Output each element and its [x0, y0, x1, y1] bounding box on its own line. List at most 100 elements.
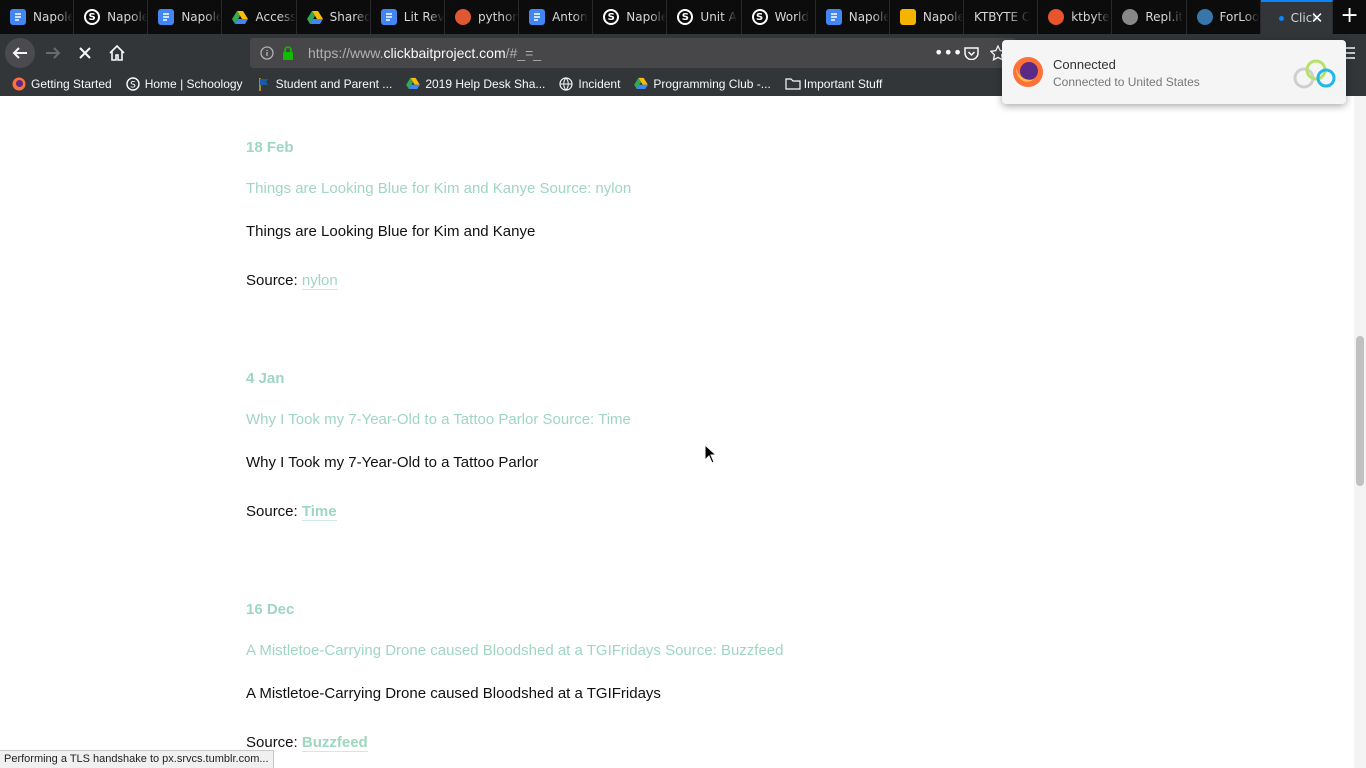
tab-11[interactable]: Napole: [816, 0, 890, 34]
status-bar: Performing a TLS handshake to px.srvcs.t…: [0, 750, 274, 768]
tab-title: Napole: [181, 10, 222, 24]
stop-button[interactable]: [70, 38, 100, 68]
source-link[interactable]: Time: [301, 503, 337, 521]
url-suffix: /#_=_: [505, 45, 542, 61]
post-title-link[interactable]: A Mistletoe-Carrying Drone caused Bloods…: [246, 642, 784, 659]
tab-12[interactable]: Napole: [890, 0, 965, 34]
tab-15[interactable]: Repl.it: [1112, 0, 1187, 34]
url-bar[interactable]: https://www.clickbaitproject.com/#_=_ ••…: [250, 38, 1016, 68]
tab-title: Napole: [626, 10, 667, 24]
schoology-icon: S: [751, 9, 768, 25]
info-icon[interactable]: [260, 46, 274, 60]
tab-8[interactable]: S Napole: [593, 0, 668, 34]
post-date[interactable]: 16 Dec: [246, 601, 294, 618]
post-body-text: Things are Looking Blue for Kim and Kany…: [246, 223, 536, 240]
drive-icon: [306, 9, 323, 25]
schoology-icon: S: [603, 9, 620, 25]
tab-title: ForLoo: [1219, 10, 1260, 24]
tab-title: Napole: [922, 10, 964, 24]
schoology-icon: S: [84, 9, 101, 25]
post-title-link[interactable]: Why I Took my 7-Year-Old to a Tattoo Par…: [246, 411, 631, 428]
blog-post: 16 Dec A Mistletoe-Carrying Drone caused …: [246, 601, 784, 752]
lock-icon[interactable]: [282, 46, 294, 60]
firefox-icon: [12, 77, 26, 91]
tab-title: Unit A: [700, 10, 737, 24]
bookmark-item[interactable]: 2019 Help Desk Sha...: [406, 77, 545, 91]
tab-title: python: [477, 10, 519, 24]
tab-4[interactable]: Shared: [297, 0, 371, 34]
home-button[interactable]: [102, 38, 132, 68]
bookmark-item[interactable]: Important Stuff: [785, 77, 883, 91]
python-icon: [1196, 9, 1213, 25]
loading-dot-icon: [1278, 15, 1284, 21]
pocket-icon[interactable]: [964, 46, 979, 60]
vertical-scrollbar[interactable]: [1354, 96, 1366, 768]
vpn-notification-panel[interactable]: Connected Connected to United States: [1002, 40, 1346, 104]
tab-14[interactable]: ktbyte: [1038, 0, 1113, 34]
drive-icon: [406, 77, 421, 91]
tab-title: Access: [255, 10, 296, 24]
docs-icon: [10, 9, 26, 25]
tab-1[interactable]: S Napole: [74, 0, 149, 34]
blog-post: 18 Feb Things are Looking Blue for Kim an…: [246, 139, 631, 290]
tab-3[interactable]: Access: [222, 0, 297, 34]
vpn-subtitle: Connected to United States: [1053, 75, 1200, 89]
tab-title: Shared: [329, 10, 370, 24]
bookmark-label: Programming Club -...: [653, 77, 771, 91]
tab-2[interactable]: Napole: [148, 0, 223, 34]
tab-title: Napole: [107, 10, 148, 24]
replit-icon: [1122, 9, 1139, 25]
url-text[interactable]: https://www.clickbaitproject.com/#_=_: [308, 45, 541, 61]
docs-icon: [158, 9, 175, 25]
post-date[interactable]: 18 Feb: [246, 139, 294, 156]
tab-10[interactable]: S World: [742, 0, 816, 34]
tab-strip: Napole S Napole Napole Access Shared Lit Rev py…: [0, 0, 1366, 34]
bookmark-item[interactable]: S Home | Schoology: [126, 77, 243, 91]
docs-icon: [825, 9, 842, 25]
bookmark-label: Important Stuff: [803, 77, 883, 91]
back-button[interactable]: [5, 38, 35, 68]
source-label: Source:: [246, 734, 298, 751]
tab-title: Anton: [552, 10, 588, 24]
tab-16[interactable]: ForLoo: [1187, 0, 1261, 34]
ktbyte-icon: [1048, 9, 1065, 25]
bookmark-label: Incident: [578, 77, 621, 91]
source-link[interactable]: nylon: [301, 272, 338, 290]
post-title-link[interactable]: Things are Looking Blue for Kim and Kany…: [246, 180, 631, 197]
bookmark-item[interactable]: Student and Parent ...: [257, 77, 392, 91]
bookmark-label: Home | Schoology: [144, 77, 243, 91]
duckduckgo-icon: [454, 9, 471, 25]
close-tab-icon[interactable]: ✕: [1310, 11, 1324, 26]
post-source: Source: nylon: [246, 272, 338, 290]
forward-button[interactable]: [38, 38, 68, 68]
drive-icon: [232, 9, 249, 25]
bookmark-item[interactable]: Incident: [559, 77, 620, 91]
svg-text:S: S: [130, 81, 136, 91]
arrow-left-icon: [12, 47, 27, 59]
tab-5[interactable]: Lit Rev: [371, 0, 445, 34]
source-link[interactable]: Buzzfeed: [301, 734, 368, 752]
bookmark-item[interactable]: Programming Club -...: [634, 77, 771, 91]
vpn-title: Connected: [1053, 57, 1116, 72]
vpn-connected-icon: [1293, 59, 1336, 89]
tab-9[interactable]: S Unit A: [667, 0, 742, 34]
post-date[interactable]: 4 Jan: [246, 370, 284, 387]
tab-13[interactable]: KTBYTE C: [964, 0, 1039, 34]
bookmark-item[interactable]: Getting Started: [12, 77, 112, 91]
scrollbar-thumb[interactable]: [1356, 336, 1364, 486]
tab-7[interactable]: Anton: [519, 0, 594, 34]
new-tab-button[interactable]: +: [1333, 0, 1366, 34]
tab-title: World: [774, 10, 809, 24]
schoology-icon: S: [126, 77, 140, 91]
bookmark-label: 2019 Help Desk Sha...: [425, 77, 546, 91]
tab-0[interactable]: Napole: [0, 0, 75, 34]
tab-title: Lit Rev: [403, 10, 444, 24]
tab-17[interactable]: Click ✕: [1260, 0, 1334, 34]
page-actions-icon[interactable]: •••: [934, 43, 962, 62]
post-source: Source: Buzzfeed: [246, 734, 368, 752]
tab-6[interactable]: python: [445, 0, 520, 34]
tab-title: Napole: [33, 10, 74, 24]
tab-title: Repl.it: [1145, 10, 1184, 24]
firefox-icon: [1013, 57, 1043, 87]
flag-icon: [257, 77, 271, 91]
